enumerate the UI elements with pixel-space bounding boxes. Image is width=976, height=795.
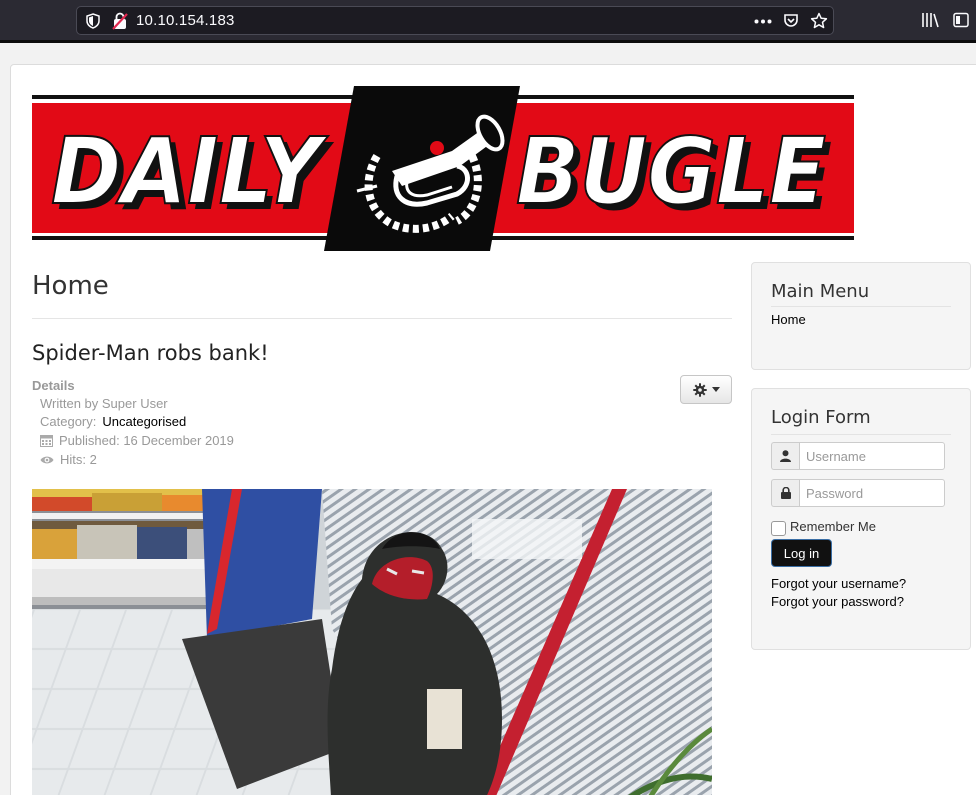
details-heading: Details [32,378,75,393]
eye-icon [40,456,54,463]
login-form-module: Login Form Remember Me Log in Forgot you… [751,388,971,650]
article-published: Published: 16 December 2019 [40,433,234,448]
menu-item-home[interactable]: Home [771,312,806,327]
remember-checkbox[interactable] [771,521,786,536]
article-tools-button[interactable] [680,375,732,404]
login-form-divider [771,434,951,435]
hits-text: Hits: 2 [60,452,97,467]
author-text: Written by Super User [40,396,168,411]
gear-icon [692,382,707,397]
article-author: Written by Super User [40,396,168,411]
username-group [771,442,945,470]
user-icon [771,442,799,470]
article-photo [32,489,712,795]
page-title: Home [32,271,109,301]
caret-down-icon [711,387,720,392]
url-text[interactable]: 10.10.154.183 [136,12,235,29]
more-icon[interactable] [754,19,772,24]
main-menu-module: Main Menu Home [751,262,971,370]
browser-toolbar: 10.10.154.183 [0,0,976,40]
daily-bugle-logo[interactable]: DAILY DAILY BUGLE BUGLE [32,86,854,251]
title-divider [32,318,732,319]
article-category: Category: Uncategorised [40,414,186,429]
main-menu-title: Main Menu [771,281,870,302]
password-input[interactable] [799,479,945,507]
sidebar-icon[interactable] [953,12,969,28]
username-input[interactable] [799,442,945,470]
lock-icon [771,479,799,507]
article-hits: Hits: 2 [40,452,97,467]
category-label: Category: [40,414,97,429]
insecure-lock-icon[interactable] [112,12,128,30]
main-menu-divider [771,306,951,307]
forgot-password-link[interactable]: Forgot your password? [771,594,904,609]
category-link[interactable]: Uncategorised [102,414,186,429]
logo-text-left: DAILY [51,118,329,225]
remember-label[interactable]: Remember Me [790,519,876,534]
address-bar[interactable]: 10.10.154.183 [76,6,834,35]
bookmark-star-icon[interactable] [810,12,828,30]
login-button[interactable]: Log in [771,539,832,567]
library-icon[interactable] [921,12,939,28]
password-group [771,479,945,507]
shield-icon[interactable] [86,13,100,29]
logo-text-right: BUGLE [516,118,826,225]
article-title[interactable]: Spider-Man robs bank! [32,341,269,365]
calendar-icon [40,435,53,447]
remember-me[interactable]: Remember Me [771,516,876,536]
forgot-username-link[interactable]: Forgot your username? [771,576,906,591]
toolbar-separator [0,40,976,43]
pocket-icon[interactable] [783,13,799,29]
published-text: Published: 16 December 2019 [59,433,234,448]
page-container: DAILY DAILY BUGLE BUGLE Home Spider-Man … [10,64,976,795]
login-form-title: Login Form [771,407,871,428]
